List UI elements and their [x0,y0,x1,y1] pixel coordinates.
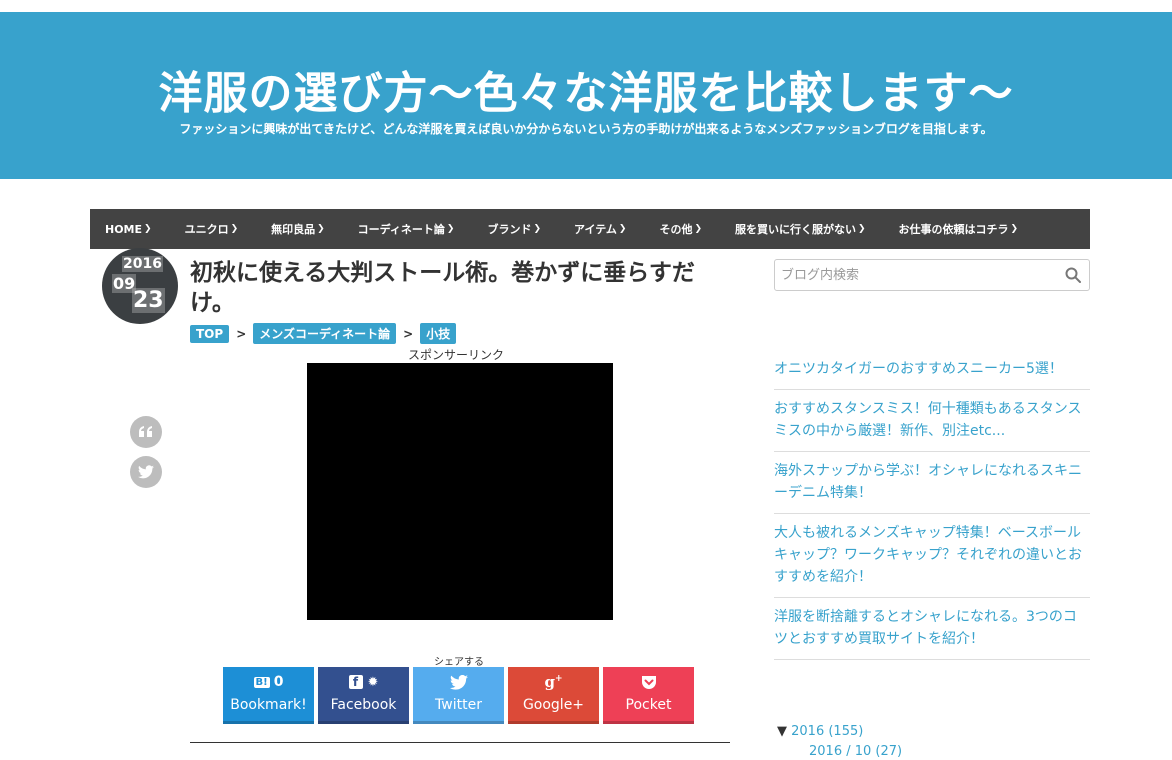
site-title[interactable]: 洋服の選び方～色々な洋服を比較します～ [0,57,1172,121]
breadcrumb-top[interactable]: TOP [190,324,230,343]
chevron-down-icon: ❯ [230,224,239,234]
quote-icon [139,426,152,437]
twitter-icon [138,465,154,479]
nav-item-uniqlo[interactable]: ユニクロ ❯ [185,221,239,237]
recent-post-link[interactable]: オニツカタイガーのおすすめスニーカー5選！ [774,350,1090,390]
post-date-day: 23 [132,288,165,313]
recent-post-link[interactable]: 海外スナップから学ぶ！オシャレになれるスキニーデニム特集！ [774,452,1090,514]
twitter-side-button[interactable] [130,456,162,488]
site-header: 洋服の選び方～色々な洋服を比較します～ ファッションに興味が出てきたけど、どんな… [0,12,1172,179]
chevron-down-icon: ❯ [694,224,702,234]
post-date-year: 2016 [122,256,163,272]
facebook-icon: f [348,675,363,689]
chevron-down-icon: ❯ [618,224,627,234]
pocket-share-button[interactable]: Pocket [603,667,694,724]
nav-item-muji[interactable]: 無印良品 ❯ [271,221,325,237]
recent-post-link[interactable]: 洋服を断捨離するとオシャレになれる。3つのコツとおすすめ買取サイトを紹介！ [774,598,1090,660]
breadcrumb-separator: > [403,326,414,341]
hatena-bookmark-button[interactable]: B! 0 Bookmark! [223,667,314,724]
recent-posts-list: オニツカタイガーのおすすめスニーカー5選！ おすすめスタンスミス！何十種類もある… [774,350,1090,660]
nav-item-no-clothes[interactable]: 服を買いに行く服がない ❯ [735,221,866,237]
hatena-icon: B! [253,676,270,688]
nav-item-home[interactable]: HOME ❯ [105,223,152,236]
breadcrumb-separator: > [236,326,247,341]
facebook-share-button[interactable]: f ✹ Facebook [318,667,409,724]
share-buttons: B! 0 Bookmark! f ✹ Facebook Twitter g+ Goo… [223,667,694,724]
nav-item-coordinate[interactable]: コーディネート論 ❯ [358,221,455,237]
pocket-icon [641,675,656,689]
post-title: 初秋に使える大判ストール術。巻かずに垂らすだけ。 [190,260,695,316]
breadcrumb-category[interactable]: メンズコーディネート論 [253,323,397,344]
nav-item-item[interactable]: アイテム ❯ [574,221,626,237]
twitter-icon [449,674,468,690]
breadcrumb-subcategory[interactable]: 小技 [420,323,457,344]
nav-item-contact[interactable]: お仕事の依頼はコチラ ❯ [899,221,1019,237]
chevron-down-icon: ❯ [446,224,455,234]
googleplus-share-button[interactable]: g+ Google+ [508,667,599,724]
ad-banner[interactable] [307,363,613,620]
search-box [774,259,1090,291]
chevron-down-icon: ❯ [533,224,541,234]
caret-down-icon: ▼ [777,724,787,739]
search-input[interactable] [775,260,1055,290]
share-label: シェアする [434,657,484,668]
sponsor-label: スポンサーリンク [408,348,505,362]
chevron-down-icon: ❯ [144,224,152,234]
chevron-down-icon: ❯ [1010,224,1019,234]
archive-year-2016[interactable]: ▼ 2016 (155) [777,724,863,739]
site-description: ファッションに興味が出てきたけど、どんな洋服を買えば良いか分からないという方の手… [179,122,993,136]
recent-post-link[interactable]: 大人も被れるメンズキャップ特集！ベースボールキャップ？ワークキャップ？それぞれの… [774,514,1090,598]
chevron-down-icon: ❯ [858,224,866,234]
archive-month-link[interactable]: 2016 / 10 (27) [809,744,902,759]
chevron-down-icon: ❯ [317,224,325,234]
main-nav: HOME ❯ ユニクロ ❯ 無印良品 ❯ コーディネート論 ❯ ブランド ❯ アイテム ❯ … [90,209,1090,249]
bookmark-count: 0 [273,674,284,690]
content-divider [190,742,730,743]
quote-button[interactable] [130,416,162,448]
googleplus-icon: g+ [544,673,563,691]
loading-icon: ✹ [367,674,379,690]
breadcrumb: TOP > メンズコーディネート論 > 小技 [190,323,457,344]
twitter-share-button[interactable]: Twitter [413,667,504,724]
post-date: 2016 09 23 [102,248,178,324]
search-icon[interactable] [1065,267,1081,283]
nav-item-other[interactable]: その他 ❯ [659,221,702,237]
recent-post-link[interactable]: おすすめスタンスミス！何十種類もあるスタンスミスの中から厳選！新作、別注etc.… [774,390,1090,452]
nav-item-brand[interactable]: ブランド ❯ [487,221,541,237]
